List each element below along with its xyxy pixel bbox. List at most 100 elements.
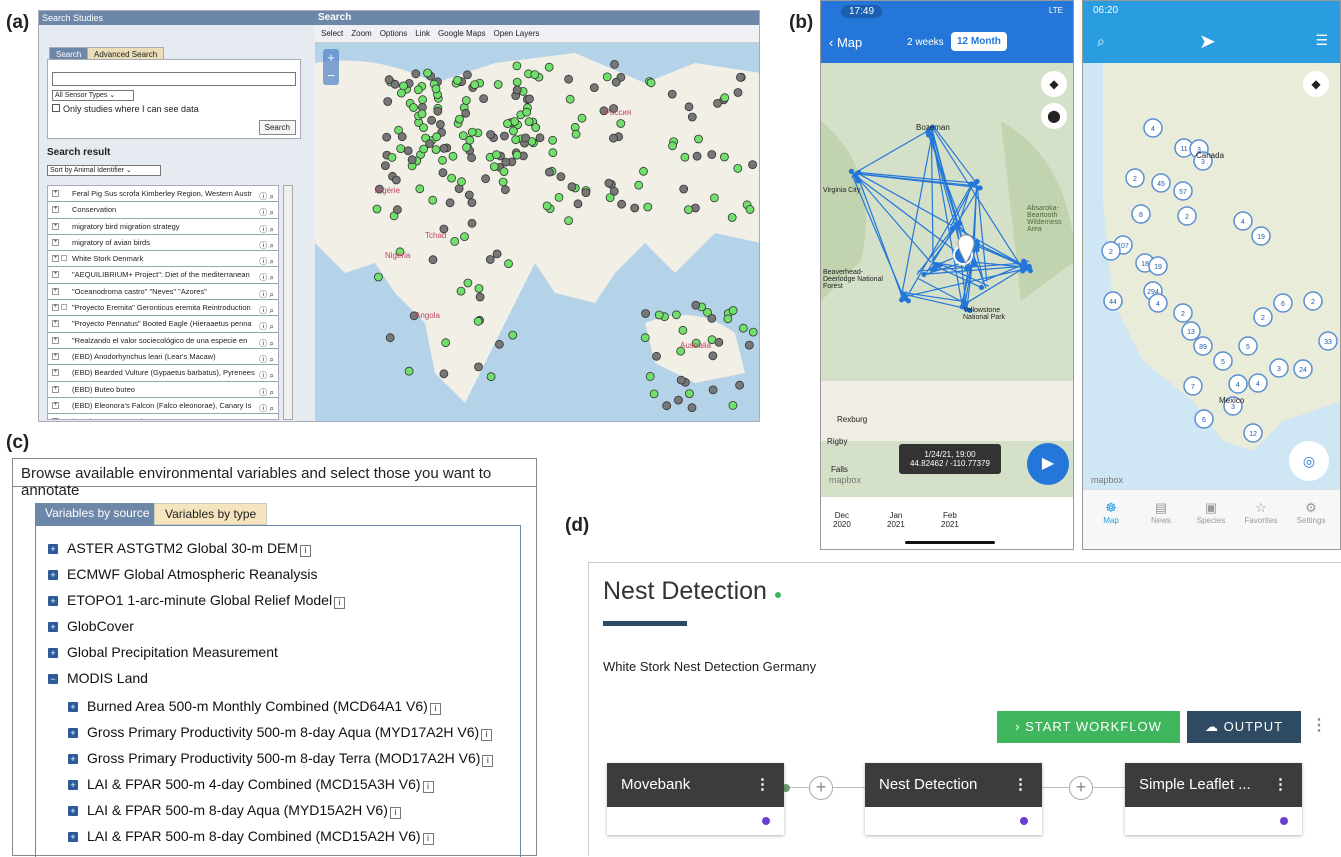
- only-visible-checkbox[interactable]: Only studies where I can see data: [52, 104, 199, 114]
- info-search-icon[interactable]: ⓘ ⌕: [259, 319, 274, 332]
- expand-icon[interactable]: +: [52, 271, 59, 278]
- study-marker[interactable]: [432, 146, 440, 154]
- study-marker[interactable]: [745, 341, 753, 349]
- result-row[interactable]: +(EBD) Buteo buteoⓘ ⌕: [48, 382, 278, 398]
- study-marker[interactable]: [680, 185, 688, 193]
- study-marker[interactable]: [574, 200, 582, 208]
- study-marker[interactable]: [433, 133, 441, 141]
- cluster-bubble[interactable]: 2: [1304, 292, 1322, 310]
- cluster-bubble[interactable]: 4: [1229, 375, 1247, 393]
- start-workflow-button[interactable]: › START WORKFLOW: [997, 711, 1180, 743]
- study-marker[interactable]: [640, 167, 648, 175]
- sensor-select[interactable]: All Sensor Types ⌄: [52, 90, 134, 101]
- cluster-bubble[interactable]: 7: [1184, 377, 1202, 395]
- study-marker[interactable]: [609, 134, 617, 142]
- study-marker[interactable]: [439, 156, 447, 164]
- cluster-bubble[interactable]: 4: [1249, 374, 1267, 392]
- cluster-bubble[interactable]: 5: [1239, 337, 1257, 355]
- study-marker[interactable]: [692, 301, 700, 309]
- info-icon[interactable]: i: [481, 729, 492, 741]
- location-pin-icon[interactable]: ⬤: [1041, 103, 1067, 129]
- info-search-icon[interactable]: ⓘ ⌕: [259, 205, 274, 218]
- study-marker[interactable]: [490, 163, 498, 171]
- study-marker[interactable]: [373, 205, 381, 213]
- study-marker[interactable]: [495, 340, 503, 348]
- expand-icon[interactable]: +: [52, 320, 59, 327]
- info-search-icon[interactable]: ⓘ ⌕: [259, 238, 274, 251]
- study-marker[interactable]: [513, 151, 521, 159]
- study-marker[interactable]: [500, 168, 508, 176]
- checkbox[interactable]: [61, 255, 67, 261]
- cluster-bubble[interactable]: 5: [1214, 352, 1232, 370]
- study-marker[interactable]: [383, 133, 391, 141]
- study-marker[interactable]: [734, 164, 742, 172]
- study-marker[interactable]: [709, 386, 717, 394]
- world-map[interactable]: Россия Algérie Tchad Nigeria Angola Aust…: [315, 43, 760, 422]
- result-row[interactable]: +(EBD) Lesser Kestrelsⓘ ⌕: [48, 414, 278, 420]
- track-point[interactable]: [853, 174, 857, 178]
- zoom-in-icon[interactable]: +: [327, 50, 335, 65]
- variable-product-item[interactable]: +Gross Primary Productivity 500-m 8-day …: [68, 750, 493, 767]
- toolbar-item[interactable]: Link: [415, 29, 430, 38]
- tab-12-month[interactable]: 12 Month: [951, 32, 1007, 51]
- study-marker[interactable]: [688, 113, 696, 121]
- study-marker[interactable]: [566, 95, 574, 103]
- study-marker[interactable]: [617, 120, 625, 128]
- cluster-bubble[interactable]: 3: [1270, 359, 1288, 377]
- variable-source-item[interactable]: +Global Precipitation Measurement: [48, 644, 278, 660]
- info-search-icon[interactable]: ⓘ ⌕: [259, 222, 274, 235]
- cluster-bubble[interactable]: 2: [1174, 304, 1192, 322]
- expand-icon[interactable]: +: [52, 402, 59, 409]
- cluster-bubble[interactable]: 45: [1152, 174, 1170, 192]
- study-marker[interactable]: [610, 187, 618, 195]
- study-marker[interactable]: [463, 143, 471, 151]
- zoom-control[interactable]: +−: [323, 49, 339, 85]
- info-search-icon[interactable]: ⓘ ⌕: [259, 352, 274, 365]
- cluster-bubble[interactable]: 57: [1174, 182, 1192, 200]
- info-icon[interactable]: i: [430, 703, 441, 715]
- study-marker[interactable]: [381, 162, 389, 170]
- info-icon[interactable]: i: [423, 833, 434, 845]
- cluster-bubble[interactable]: 24: [1294, 360, 1312, 378]
- output-port-icon[interactable]: [762, 817, 770, 825]
- cluster-bubble[interactable]: 4: [1149, 294, 1167, 312]
- study-marker[interactable]: [476, 293, 484, 301]
- study-marker[interactable]: [734, 89, 742, 97]
- study-marker[interactable]: [405, 367, 413, 375]
- track-point[interactable]: [967, 265, 971, 269]
- study-marker[interactable]: [487, 373, 495, 381]
- study-marker[interactable]: [523, 108, 531, 116]
- cluster-bubble[interactable]: 2: [1126, 169, 1144, 187]
- study-marker[interactable]: [468, 128, 476, 136]
- study-marker[interactable]: [466, 136, 474, 144]
- study-marker[interactable]: [653, 352, 661, 360]
- layers-icon[interactable]: ◆: [1303, 71, 1329, 97]
- track-point[interactable]: [856, 178, 860, 182]
- result-row[interactable]: +Conservationⓘ ⌕: [48, 202, 278, 218]
- checkbox[interactable]: [61, 304, 67, 310]
- study-marker[interactable]: [679, 326, 687, 334]
- study-marker[interactable]: [568, 183, 576, 191]
- expand-icon[interactable]: +: [52, 206, 59, 213]
- study-marker[interactable]: [688, 404, 696, 412]
- study-marker[interactable]: [432, 85, 440, 93]
- study-marker[interactable]: [549, 136, 557, 144]
- node-simple-leaflet[interactable]: Simple Leaflet ...⋮: [1125, 763, 1302, 835]
- study-marker[interactable]: [565, 217, 573, 225]
- study-marker[interactable]: [505, 260, 513, 268]
- output-port-icon[interactable]: [1020, 817, 1028, 825]
- variable-source-item[interactable]: −MODIS Land: [48, 670, 148, 686]
- tab-news[interactable]: ▤News: [1141, 500, 1181, 525]
- study-marker[interactable]: [453, 76, 461, 84]
- result-row[interactable]: +(EBD) Eleonora's Falcon (Falco eleonora…: [48, 398, 278, 414]
- study-marker[interactable]: [429, 256, 437, 264]
- info-search-icon[interactable]: ⓘ ⌕: [259, 270, 274, 283]
- info-icon[interactable]: i: [334, 597, 345, 609]
- study-marker[interactable]: [475, 363, 483, 371]
- study-marker[interactable]: [729, 401, 737, 409]
- add-step-button[interactable]: +: [1069, 776, 1093, 800]
- output-button[interactable]: ☁ OUTPUT: [1187, 711, 1301, 743]
- study-marker[interactable]: [374, 273, 382, 281]
- study-marker[interactable]: [499, 178, 507, 186]
- info-search-icon[interactable]: ⓘ ⌕: [259, 368, 274, 381]
